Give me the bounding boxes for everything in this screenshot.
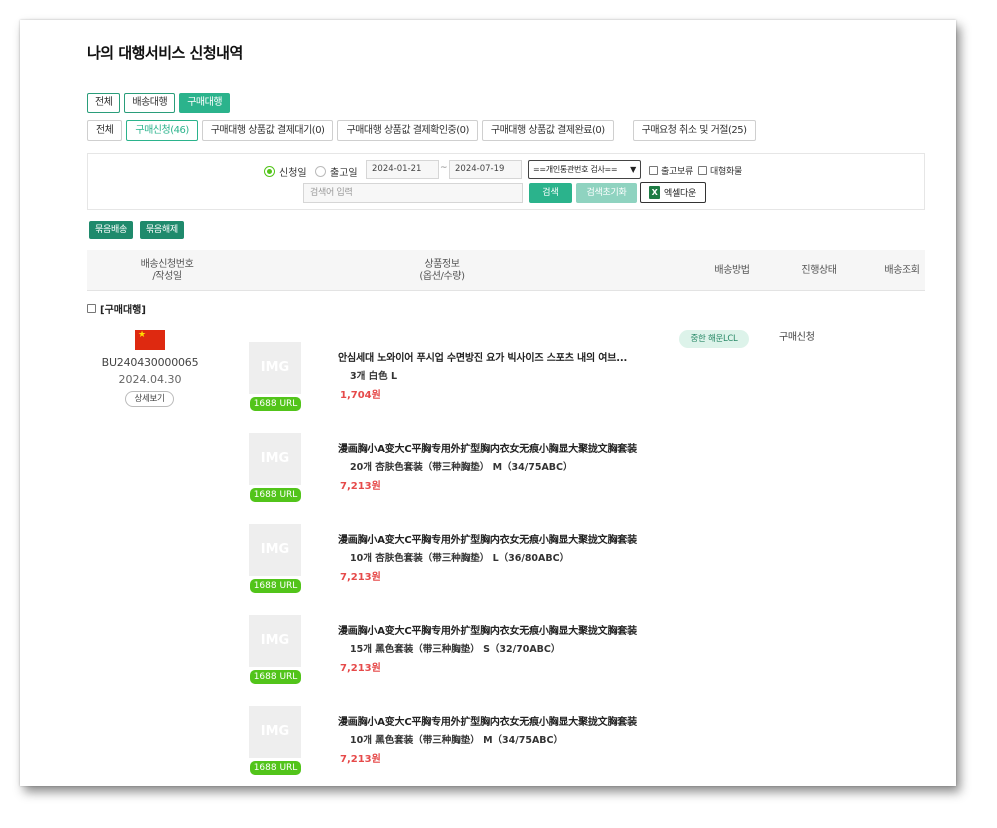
checkbox-icon	[649, 166, 658, 175]
checkbox-bulk-label: 대형화물	[710, 167, 742, 177]
table-header: 배송신청번호 /작성일 상품정보 (옵션/수량) 배송방법 진행상태 배송조회	[87, 250, 925, 291]
header-product-line1: 상품정보	[424, 259, 460, 270]
order-status: 구매신청	[779, 332, 815, 343]
product-option: 15개 黑色套装（带三种胸垫） S（32/70ABC）	[350, 644, 561, 655]
product-name[interactable]: 漫画胸小A变大C平胸专用外扩型胸内衣女无痕小胸显大聚拢文胸套装	[338, 531, 663, 546]
chevron-down-icon: ▼	[630, 165, 636, 174]
excel-icon: X	[649, 186, 660, 199]
list-item: IMG 1688 URL 漫画胸小A变大C平胸专用外扩型胸内衣女无痕小胸显大聚拢…	[249, 706, 869, 786]
checkbox-icon	[698, 166, 707, 175]
product-option: 10개 黑色套装（带三种胸垫） M（34/75ABC）	[350, 735, 564, 746]
status-tab-payment-complete[interactable]: 구매대행 상품값 결제완료(0)	[481, 120, 614, 141]
unbundle-button[interactable]: 묶음해제	[139, 221, 184, 239]
radio-apply-label: 신청일	[279, 168, 307, 179]
product-name[interactable]: 漫画胸小A变大C平胸专用外扩型胸内衣女无痕小胸显大聚拢文胸套装	[338, 622, 663, 637]
header-order-no: 배송신청번호 /작성일	[117, 259, 217, 283]
customs-number-select[interactable]: ==개인통관번호 검사== ▼	[528, 160, 641, 179]
china-flag-icon: ★	[135, 330, 165, 350]
product-price: 7,213원	[340, 663, 381, 674]
product-name[interactable]: 안심세대 노와이어 푸시업 수면방진 요가 빅사이즈 스포츠 내의 여브...	[338, 349, 663, 364]
product-price: 7,213원	[340, 754, 381, 765]
product-option: 10개 杏肤色套装（带三种胸垫） L（36/80ABC）	[350, 553, 570, 564]
radio-empty-icon	[315, 166, 326, 177]
radio-release-date[interactable]: 출고일	[315, 164, 358, 179]
radio-apply-date[interactable]: 신청일	[264, 164, 307, 179]
status-tab-purchase-request[interactable]: 구매신청(46)	[126, 120, 198, 141]
bundle-shipping-button[interactable]: 묶음배송	[89, 221, 133, 239]
radio-selected-icon	[264, 166, 275, 177]
select-value: ==개인통관번호 검사==	[533, 165, 618, 174]
product-option: 20개 杏肤色套装（带三种胸垫） M（34/75ABC）	[350, 462, 573, 473]
image-placeholder-icon: IMG	[260, 633, 290, 648]
list-item: IMG 1688 URL 안심세대 노와이어 푸시업 수면방진 요가 빅사이즈 …	[249, 342, 869, 422]
product-thumbnail[interactable]: IMG	[249, 342, 301, 394]
product-price: 7,213원	[340, 481, 381, 492]
product-name[interactable]: 漫画胸小A变大C平胸专用外扩型胸内衣女无痕小胸显大聚拢文胸套装	[338, 713, 663, 728]
header-tracking: 배송조회	[884, 265, 920, 276]
url-badge[interactable]: 1688 URL	[250, 488, 301, 502]
header-progress: 진행상태	[801, 265, 837, 276]
product-option: 3개 白色 L	[350, 371, 398, 382]
image-placeholder-icon: IMG	[260, 360, 290, 375]
header-product: 상품정보 (옵션/수량)	[387, 259, 497, 283]
list-item: IMG 1688 URL 漫画胸小A变大C平胸专用外扩型胸内衣女无痕小胸显大聚拢…	[249, 433, 869, 513]
order-number: BU240430000065	[101, 356, 199, 369]
search-input[interactable]: 검색어 입력	[303, 183, 523, 203]
image-placeholder-icon: IMG	[260, 451, 290, 466]
product-thumbnail[interactable]: IMG	[249, 706, 301, 758]
product-price: 1,704원	[340, 390, 381, 401]
order-date: 2024.04.30	[118, 373, 182, 386]
page-title: 나의 대행서비스 신청내역	[87, 44, 243, 62]
status-tab-payment-checking[interactable]: 구매대행 상품값 결제확인중(0)	[337, 120, 478, 141]
product-name[interactable]: 漫画胸小A变大C平胸专用外扩型胸内衣女无痕小胸显大聚拢文胸套装	[338, 440, 663, 455]
group-checkbox[interactable]: [구매대행]	[87, 301, 146, 316]
header-order-no-line2: /작성일	[152, 271, 182, 282]
product-price: 7,213원	[340, 572, 381, 583]
group-label: [구매대행]	[100, 305, 146, 316]
header-product-line2: (옵션/수량)	[419, 271, 465, 282]
url-badge[interactable]: 1688 URL	[250, 579, 301, 593]
excel-download-button[interactable]: X 엑셀다운	[640, 182, 706, 203]
status-tab-payment-pending[interactable]: 구매대행 상품값 결제대기(0)	[201, 120, 334, 141]
tab-shipping-agency[interactable]: 배송대행	[124, 93, 176, 113]
bundle-actions: 묶음배송 묶음해제	[89, 221, 184, 239]
tab-all-services[interactable]: 전체	[87, 93, 121, 113]
date-separator: ~	[440, 163, 448, 173]
reset-search-button[interactable]: 검색초기화	[576, 183, 637, 203]
radio-release-label: 출고일	[330, 168, 358, 179]
status-tabs: 전체 구매신청(46) 구매대행 상품값 결제대기(0) 구매대행 상품값 결제…	[87, 120, 756, 141]
image-placeholder-icon: IMG	[260, 542, 290, 557]
search-filter-panel: 신청일 출고일 2024-01-21 ~ 2024-07-19 ==개인통관번호…	[87, 153, 925, 210]
search-button[interactable]: 검색	[529, 183, 572, 203]
header-shipping-method: 배송방법	[714, 265, 750, 276]
url-badge[interactable]: 1688 URL	[250, 761, 301, 775]
list-item: IMG 1688 URL 漫画胸小A变大C平胸专用外扩型胸内衣女无痕小胸显大聚拢…	[249, 524, 869, 604]
excel-download-label: 엑셀다운	[664, 189, 696, 199]
checkbox-bulk[interactable]: 대형화물	[698, 164, 742, 177]
product-thumbnail[interactable]: IMG	[249, 615, 301, 667]
checkbox-icon	[87, 304, 96, 313]
url-badge[interactable]: 1688 URL	[250, 397, 301, 411]
url-badge[interactable]: 1688 URL	[250, 670, 301, 684]
product-thumbnail[interactable]: IMG	[249, 433, 301, 485]
tab-purchase-agency[interactable]: 구매대행	[179, 93, 231, 113]
product-thumbnail[interactable]: IMG	[249, 524, 301, 576]
checkbox-hold[interactable]: 출고보류	[649, 164, 693, 177]
status-tab-cancelled[interactable]: 구매요청 취소 및 거절(25)	[632, 120, 756, 141]
date-from-input[interactable]: 2024-01-21	[366, 160, 439, 179]
service-tabs: 전체 배송대행 구매대행	[87, 93, 231, 113]
list-item: IMG 1688 URL 漫画胸小A变大C平胸专用外扩型胸内衣女无痕小胸显大聚拢…	[249, 615, 869, 695]
checkbox-hold-label: 출고보류	[661, 167, 693, 177]
date-to-input[interactable]: 2024-07-19	[449, 160, 522, 179]
status-tab-all[interactable]: 전체	[87, 120, 123, 141]
header-order-no-line1: 배송신청번호	[140, 259, 194, 270]
detail-button[interactable]: 상세보기	[125, 391, 174, 407]
page-frame: 나의 대행서비스 신청내역 전체 배송대행 구매대행 전체 구매신청(46) 구…	[20, 20, 956, 786]
image-placeholder-icon: IMG	[260, 724, 290, 739]
